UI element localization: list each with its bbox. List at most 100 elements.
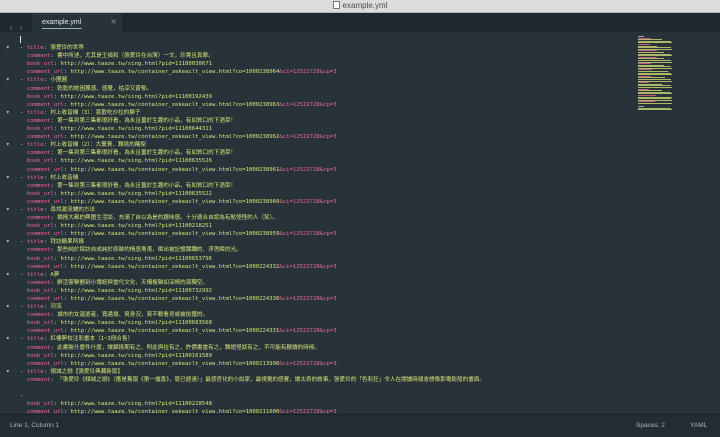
- window-title: example.yml: [0, 0, 720, 12]
- yaml-value: 城市的女還遊者，寬邁揚、寫身況，寫不驗看見或被撿獲的。: [57, 312, 209, 319]
- fold-arrow-icon[interactable]: ▾: [6, 271, 14, 279]
- code-line[interactable]: book_url: http://www.taaze.tw/sing.html?…: [20, 157, 630, 165]
- yaml-key: book_url: [26, 401, 54, 408]
- yaml-key: title: [26, 239, 44, 246]
- code-line[interactable]: book_url: http://www.taaze.tw/sing.html?…: [20, 287, 630, 295]
- fold-arrow-icon[interactable]: ▾: [6, 44, 14, 52]
- code-line[interactable]: ▾ - title: 傾城之戀【張愛玲典藏新版】: [6, 368, 630, 376]
- code-line[interactable]: ▾ - title: 拜訪糖果阿姨: [6, 238, 630, 246]
- code-line[interactable]: book_url: http://www.taaze.tw/sing.html?…: [20, 60, 630, 68]
- yaml-value: 第一集到第三集都很好看，為永且蓋於生趣的小品，有如質口的下酒菜！: [57, 150, 237, 157]
- code-line[interactable]: [20, 384, 630, 392]
- code-line[interactable]: comment_url: http://www.taaze.tw/contain…: [20, 133, 630, 141]
- code-line[interactable]: comment_url: http://www.taaze.tw/contain…: [20, 166, 630, 174]
- fold-arrow-icon[interactable]: ▾: [6, 174, 14, 182]
- list-dash: -: [20, 77, 27, 84]
- yaml-value: A夢: [50, 271, 60, 278]
- yaml-value-query: &ci=12522728&cp=3: [279, 198, 337, 205]
- code-line[interactable]: ▾ - title: 村上收音機: [6, 174, 630, 182]
- cursor-position[interactable]: Line 1, Column 1: [10, 422, 59, 430]
- list-dash: [20, 256, 27, 262]
- tab-close-icon[interactable]: ×: [110, 17, 117, 27]
- code-line[interactable]: [20, 36, 630, 44]
- fold-arrow-icon[interactable]: ▾: [6, 141, 14, 149]
- yaml-value-query: &ci=12522728&cp=3: [279, 360, 337, 367]
- code-line[interactable]: ▾ - title: 張愛玲的世界: [6, 44, 630, 52]
- code-line[interactable]: comment_url: http://www.taaze.tw/contain…: [20, 68, 630, 76]
- code-line[interactable]: comment: 「張愛玲《傾城之戀》（應是舊版《第一爐香》，恩已經遠）」最感官…: [20, 376, 630, 384]
- code-line[interactable]: book_url: http://www.taaze.tw/sing.html?…: [20, 93, 630, 101]
- code-line[interactable]: book_url: http://www.taaze.tw/sing.html?…: [20, 319, 630, 327]
- fold-arrow-icon[interactable]: ▾: [6, 206, 14, 214]
- code-line[interactable]: ▾ - title: 村上收音機（3）：喜歡吃沙拉的獅子: [6, 109, 630, 117]
- code-line[interactable]: ▾ - title: 尋找激流鋪的方法: [6, 206, 630, 214]
- code-line[interactable]: comment_url: http://www.taaze.tw/contain…: [20, 230, 630, 238]
- yaml-colon: :: [63, 69, 71, 76]
- yaml-key: comment_url: [26, 134, 64, 141]
- yaml-key: comment: [26, 215, 51, 222]
- list-dash: [20, 69, 27, 75]
- code-line[interactable]: book_url: http://www.taaze.tw/sing.html?…: [20, 400, 630, 408]
- fold-arrow-icon[interactable]: ▾: [6, 238, 14, 246]
- fold-arrow-icon[interactable]: ▾: [6, 303, 14, 311]
- code-line[interactable]: comment_url: http://www.taaze.tw/contain…: [20, 101, 630, 109]
- code-line[interactable]: ▾ - title: 小團圓: [6, 76, 630, 84]
- yaml-key: comment: [26, 247, 51, 254]
- fold-arrow-icon[interactable]: ▾: [6, 76, 14, 84]
- code-line[interactable]: comment_url: http://www.taaze.tw/contain…: [20, 295, 630, 303]
- list-dash: [20, 264, 27, 270]
- code-line[interactable]: comment: 此書裝什麼件什麼，讓錦挑期有之、則此與拉有之，許價書當有之，難…: [20, 344, 630, 352]
- code-line[interactable]: comment_url: http://www.taaze.tw/contain…: [20, 360, 630, 368]
- code-line[interactable]: comment: 第一集到第三集都很好看，為永且蓋於生趣的小品，有如質口的下酒菜…: [20, 149, 630, 157]
- tab-example-yml[interactable]: example.yml ×: [32, 14, 122, 33]
- code-line[interactable]: ▾ - title: 河流: [6, 303, 630, 311]
- yaml-value: 第一集到第三集都很好看，為永且蓋於生趣的小品，有如質口的下酒菜！: [57, 182, 237, 189]
- code-line[interactable]: book_url: http://www.taaze.tw/sing.html?…: [20, 125, 630, 133]
- code-line[interactable]: comment: 城市的女還遊者，寬邁揚、寫身況，寫不驗看見或被撿獲的。: [20, 311, 630, 319]
- fold-arrow-icon[interactable]: ▾: [6, 335, 14, 343]
- minimap[interactable]: [638, 36, 682, 111]
- code-line[interactable]: comment_url: http://www.taaze.tw/contain…: [20, 327, 630, 335]
- fold-arrow-icon[interactable]: ▾: [6, 109, 14, 117]
- yaml-key: comment: [26, 279, 51, 286]
- yaml-value: http://www.taaze.tw/sing.html?pid=111006…: [60, 320, 213, 327]
- yaml-value: http://www.taaze.tw/sing.html?pid=111007…: [60, 287, 213, 294]
- code-line[interactable]: book_url: http://www.taaze.tw/sing.html?…: [20, 190, 630, 198]
- indentation-setting[interactable]: Spaces: 2: [636, 422, 665, 430]
- code-line[interactable]: comment: 鮮活靈擊劃刻小傳統與當代文化，天構複雜如深情的孤獨空。: [20, 279, 630, 287]
- yaml-value: http://www.taaze.tw/container_zekeaclt_v…: [70, 69, 280, 76]
- yaml-value: http://www.taaze.tw/container_zekeaclt_v…: [70, 101, 280, 108]
- list-dash: [20, 118, 27, 124]
- syntax-mode[interactable]: YAML: [690, 422, 707, 430]
- tab-active-indicator: [42, 28, 82, 29]
- code-line[interactable]: comment: 第一集到第三集都很好看，為永且蓋於生趣的小品，有如質口的下酒菜…: [20, 117, 630, 125]
- code-line[interactable]: comment: 乾乾的她困篾感、感覺，枯涼又蒼郁。: [20, 85, 630, 93]
- code-line[interactable]: book_url: http://www.taaze.tw/sing.html?…: [20, 352, 630, 360]
- yaml-value: http://www.taaze.tw/container_zekeaclt_v…: [70, 263, 280, 270]
- code-line[interactable]: ▾ - title: A夢: [6, 271, 630, 279]
- yaml-value: http://www.taaze.tw/sing.html?pid=111006…: [60, 255, 213, 262]
- yaml-key: book_url: [26, 255, 54, 262]
- code-line[interactable]: comment: 鎖撥大都的興圍生活談，充滿了自以為是的趣味感。十分適合自認為有…: [20, 214, 630, 222]
- code-line[interactable]: comment: 書中所述，尤其是王禎和〈張愛玲在台灣〉一文，珍貴且真摯。: [20, 52, 630, 60]
- code-line[interactable]: comment_url: http://www.taaze.tw/contain…: [20, 198, 630, 206]
- code-line[interactable]: comment_url: http://www.taaze.tw/contain…: [20, 263, 630, 271]
- code-line[interactable]: book_url: http://www.taaze.tw/sing.html?…: [20, 222, 630, 230]
- yaml-key: comment_url: [26, 360, 64, 367]
- code-line[interactable]: comment: 第一集到第三集都很好看，為永且蓋於生趣的小品，有如質口的下酒菜…: [20, 182, 630, 190]
- code-line[interactable]: -: [20, 392, 630, 400]
- code-editor[interactable]: ▾ - title: 張愛玲的世界 comment: 書中所述，尤其是王禎和〈張愛…: [0, 32, 720, 414]
- yaml-value-query: &ci=12522728&cp=3: [279, 231, 337, 238]
- yaml-value: http://www.taaze.tw/sing.html?pid=111006…: [60, 126, 213, 133]
- window-title-text: example.yml: [342, 1, 388, 10]
- fold-arrow-icon[interactable]: ▾: [6, 368, 14, 376]
- yaml-value: http://www.taaze.tw/container_zekeaclt_v…: [70, 134, 280, 141]
- list-dash: [20, 361, 27, 367]
- code-line[interactable]: comment: 那些純於探訪自成純於原跡的情感角落，徵出被記憶蹂躪的、浮思瞬的…: [20, 246, 630, 254]
- code-line[interactable]: ▾ - title: 村上收音機（2）：大蕪菁、難挑的酪梨: [6, 141, 630, 149]
- yaml-key: book_url: [26, 93, 54, 100]
- list-dash: -: [20, 336, 27, 343]
- code-line[interactable]: ▾ - title: 紅樓夢校注彩畫本（1~3冊合售）: [6, 335, 630, 343]
- code-lines[interactable]: ▾ - title: 張愛玲的世界 comment: 書中所述，尤其是王禎和〈張愛…: [6, 36, 630, 414]
- code-line[interactable]: book_url: http://www.taaze.tw/sing.html?…: [20, 255, 630, 263]
